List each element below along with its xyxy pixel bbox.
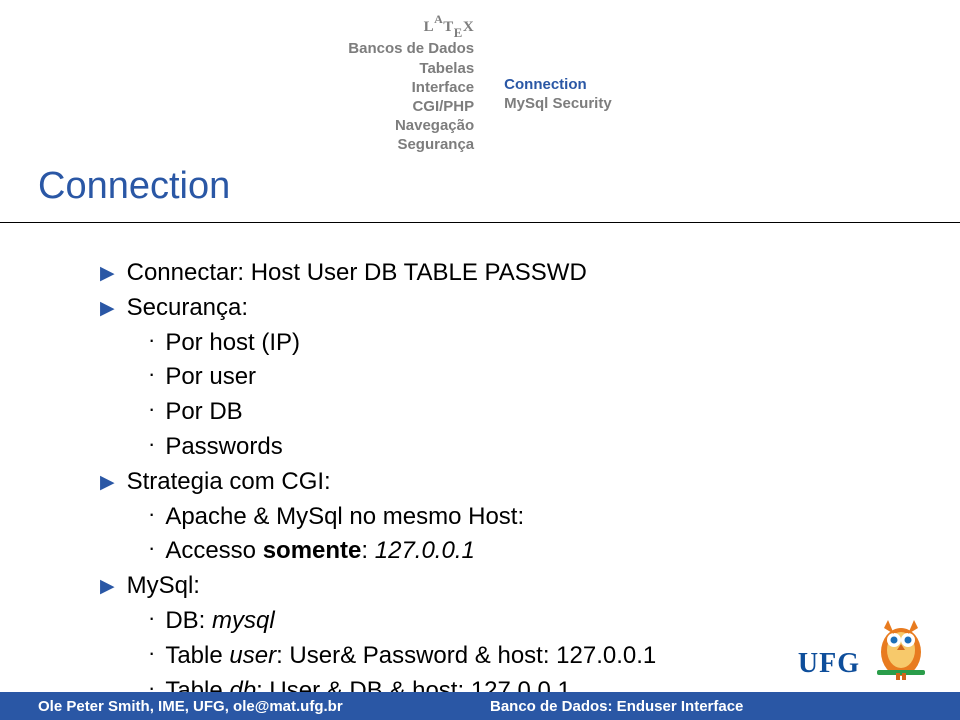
owl-icon — [872, 610, 930, 680]
sub-item: · Por user — [148, 360, 656, 395]
sub-text-bold: somente — [263, 537, 362, 564]
sub-text: Por host (IP) — [165, 326, 300, 361]
slide-content: ▶ Connectar: Host User DB TABLE PASSWD ▶… — [100, 256, 656, 708]
footer-left: Ole Peter Smith, IME, UFG, ole@mat.ufg.b… — [0, 698, 480, 715]
sub-text-italic: user — [229, 642, 276, 669]
nav-latex: LATEX — [348, 14, 474, 39]
bullet-text: Connectar: Host User DB TABLE PASSWD — [127, 256, 587, 291]
sub-item: · Passwords — [148, 430, 656, 465]
sub-text: Por user — [165, 360, 256, 395]
bullet-item: ▶ Strategia com CGI: — [100, 465, 656, 500]
triangle-icon: ▶ — [100, 260, 115, 288]
sub-text-italic: 127.0.0.1 — [375, 537, 475, 564]
nav-left-column: LATEX Bancos de Dados Tabelas Interface … — [348, 14, 474, 154]
sub-text: Por DB — [165, 395, 242, 430]
sub-text: DB: mysql — [165, 604, 274, 639]
bullet-item: ▶ MySql: — [100, 569, 656, 604]
dot-icon: · — [148, 498, 155, 530]
sub-item: · Por host (IP) — [148, 326, 656, 361]
nav-item: Tabelas — [348, 59, 474, 78]
triangle-icon: ▶ — [100, 469, 115, 497]
triangle-icon: ▶ — [100, 295, 115, 323]
nav-item: Interface — [348, 78, 474, 97]
dot-icon: · — [148, 602, 155, 634]
ufg-logo-text: UFG — [798, 648, 860, 680]
dot-icon: · — [148, 393, 155, 425]
nav-item: Segurança — [348, 135, 474, 154]
bullet-text: Securança: — [127, 291, 248, 326]
sub-item: · Por DB — [148, 395, 656, 430]
slide-title: Connection — [38, 165, 230, 208]
header-nav: LATEX Bancos de Dados Tabelas Interface … — [0, 14, 960, 154]
sub-text-part: DB: — [165, 607, 212, 634]
dot-icon: · — [148, 637, 155, 669]
title-rule — [0, 222, 960, 223]
nav-sub-active: Connection — [504, 75, 612, 94]
nav-right-column: Connection MySql Security — [504, 14, 612, 154]
dot-icon: · — [148, 532, 155, 564]
nav-item: Navegação — [348, 116, 474, 135]
sub-text-part: : User& Password & host: 127.0.0.1 — [276, 642, 656, 669]
sub-text-italic: mysql — [212, 607, 275, 634]
sub-item: · Accesso somente: 127.0.0.1 — [148, 534, 656, 569]
bullet-text: MySql: — [127, 569, 200, 604]
sub-text: Passwords — [165, 430, 282, 465]
sub-text-part: Table — [165, 642, 229, 669]
sub-text: Apache & MySql no mesmo Host: — [165, 500, 524, 535]
logo-block: UFG — [798, 610, 930, 680]
sub-item: · Apache & MySql no mesmo Host: — [148, 500, 656, 535]
dot-icon: · — [148, 428, 155, 460]
sub-text: Accesso somente: 127.0.0.1 — [165, 534, 475, 569]
sub-text-part: : — [361, 537, 374, 564]
bullet-item: ▶ Securança: — [100, 291, 656, 326]
dot-icon: · — [148, 358, 155, 390]
footer-right: Banco de Dados: Enduser Interface — [480, 698, 743, 715]
dot-icon: · — [148, 324, 155, 356]
sub-text-part: Accesso — [165, 537, 262, 564]
footer-bar: Ole Peter Smith, IME, UFG, ole@mat.ufg.b… — [0, 692, 960, 720]
bullet-item: ▶ Connectar: Host User DB TABLE PASSWD — [100, 256, 656, 291]
sub-item: · Table user: User& Password & host: 127… — [148, 639, 656, 674]
sub-text: Table user: User& Password & host: 127.0… — [165, 639, 656, 674]
bullet-text: Strategia com CGI: — [127, 465, 331, 500]
sub-item: · DB: mysql — [148, 604, 656, 639]
nav-item: Bancos de Dados — [348, 39, 474, 58]
nav-item: CGI/PHP — [348, 97, 474, 116]
triangle-icon: ▶ — [100, 573, 115, 601]
nav-sub-item: MySql Security — [504, 94, 612, 113]
